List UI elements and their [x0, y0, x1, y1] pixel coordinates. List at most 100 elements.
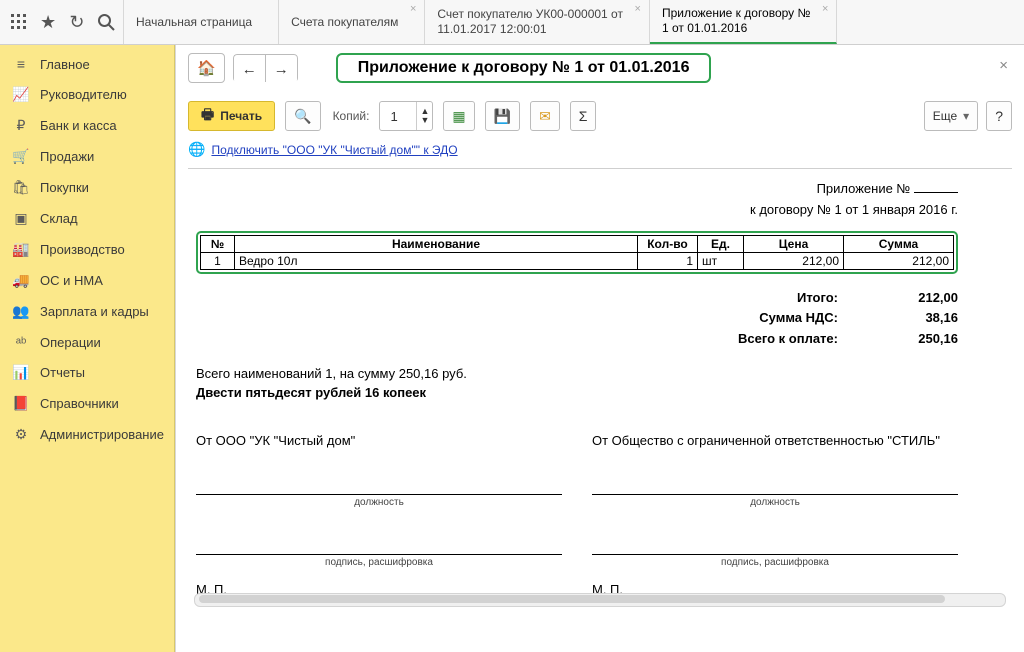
sidebar-item-label: Справочники [40, 396, 119, 411]
history-icon[interactable]: ↻ [68, 12, 87, 32]
tab-invoice-doc[interactable]: Счет покупателю УК00-000001 от 11.01.201… [425, 0, 650, 44]
boxes-icon: ▣ [12, 210, 30, 227]
sidebar: ≡ Главное 📈 Руководителю ₽ Банк и касса … [0, 45, 175, 652]
sidebar-item-payroll[interactable]: 👥 Зарплата и кадры [0, 296, 174, 327]
sidebar-item-label: Банк и касса [40, 118, 117, 133]
sidebar-item-label: Зарплата и кадры [40, 304, 149, 319]
edo-row: 🌐 Подключить "ООО "УК "Чистый дом"" к ЭД… [188, 141, 1012, 158]
col-sum: Сумма [844, 235, 954, 252]
sidebar-item-reports[interactable]: 📊 Отчеты [0, 357, 174, 388]
tab-label-line1: Приложение к договору № [662, 6, 810, 21]
sidebar-item-operations[interactable]: ᵃᵇ Операции [0, 327, 174, 357]
doc-header: Приложение № к договору № 1 от 1 января … [196, 179, 958, 221]
total-pay-label: Всего к оплате: [738, 329, 838, 350]
col-num: № [201, 235, 235, 252]
sidebar-item-main[interactable]: ≡ Главное [0, 49, 174, 79]
tab-label-line2: 11.01.2017 12:00:01 [437, 22, 623, 37]
col-unit: Ед. [698, 235, 744, 252]
itogo-label: Итого: [797, 288, 838, 309]
doc-head-line2: к договору № 1 от 1 января 2016 г. [196, 200, 958, 221]
sidebar-item-sales[interactable]: 🛒 Продажи [0, 141, 174, 172]
tab-home[interactable]: Начальная страница [124, 0, 279, 44]
edo-link[interactable]: Подключить "ООО "УК "Чистый дом"" к ЭДО [211, 143, 457, 157]
factory-icon: 🏭 [12, 241, 30, 258]
truck-icon: 🚚 [12, 272, 30, 289]
help-icon: ? [995, 108, 1003, 124]
party-left: От ООО "УК "Чистый дом" должность подпис… [196, 433, 562, 597]
position-line-left [196, 470, 562, 495]
copies-stepper[interactable]: 1 ▲▼ [379, 101, 433, 131]
nds-value: 38,16 [878, 308, 958, 329]
sidebar-item-label: Отчеты [40, 365, 85, 380]
totals-block: Итого: 212,00 Сумма НДС: 38,16 Всего к о… [196, 288, 958, 350]
sidebar-item-label: Главное [40, 57, 90, 72]
favorite-icon[interactable]: ★ [39, 12, 58, 32]
items-table-highlight: № Наименование Кол-во Ед. Цена Сумма 1 [196, 231, 958, 274]
nav-back-forward: ← → [233, 54, 298, 82]
tab-strip: Начальная страница Счета покупателям × С… [124, 0, 1024, 44]
printer-icon: 🖶 [201, 104, 214, 128]
total-pay-value: 250,16 [878, 329, 958, 350]
sidebar-item-assets[interactable]: 🚚 ОС и НМА [0, 265, 174, 296]
blank-number-line [914, 180, 958, 193]
signature-line-left [196, 530, 562, 555]
copies-label: Копий: [333, 109, 370, 123]
parties-block: От ООО "УК "Чистый дом" должность подпис… [196, 433, 958, 597]
forward-button[interactable]: → [265, 54, 298, 82]
document-viewport[interactable]: Приложение № к договору № 1 от 1 января … [188, 168, 1012, 609]
back-button[interactable]: ← [233, 54, 265, 82]
close-icon[interactable]: × [999, 57, 1008, 74]
sidebar-item-production[interactable]: 🏭 Производство [0, 234, 174, 265]
save-template-button[interactable]: ▦ [443, 101, 474, 131]
preview-button[interactable]: 🔍 [285, 101, 320, 131]
bar-chart-icon: 📊 [12, 364, 30, 381]
sidebar-item-label: ОС и НМА [40, 273, 103, 288]
book-icon: 📕 [12, 395, 30, 412]
scrollbar-thumb[interactable] [199, 595, 945, 603]
chart-icon: 📈 [12, 86, 30, 103]
sidebar-item-label: Администрирование [40, 427, 164, 442]
items-table: № Наименование Кол-во Ед. Цена Сумма 1 [200, 235, 954, 270]
email-button[interactable]: ✉ [530, 101, 560, 131]
signature-line-right [592, 530, 958, 555]
journal-icon: ᵃᵇ [12, 334, 30, 350]
search-icon[interactable] [96, 12, 115, 32]
tab-contract-annex[interactable]: Приложение к договору № 1 от 01.01.2016 … [650, 0, 837, 44]
sidebar-item-label: Покупки [40, 180, 89, 195]
save-button[interactable]: 💾 [485, 101, 520, 131]
close-icon[interactable]: × [635, 4, 641, 15]
apps-icon[interactable] [10, 12, 29, 32]
gear-icon: ⚙ [12, 426, 30, 443]
people-icon: 👥 [12, 303, 30, 320]
close-icon[interactable]: × [410, 4, 416, 15]
topbar-quick-icons: ★ ↻ [0, 0, 124, 44]
more-label: Еще [933, 109, 957, 123]
close-icon[interactable]: × [822, 4, 828, 15]
amount-in-words: Двести пятьдесят рублей 16 копеек [196, 383, 958, 403]
diskette-icon: 💾 [494, 108, 511, 125]
tab-label: Счета покупателям [291, 15, 398, 30]
stepper-arrows[interactable]: ▲▼ [417, 107, 432, 125]
sidebar-item-admin[interactable]: ⚙ Администрирование [0, 419, 174, 450]
table-header-row: № Наименование Кол-во Ед. Цена Сумма [201, 235, 954, 252]
help-button[interactable]: ? [986, 101, 1012, 131]
cell-sum: 212,00 [844, 252, 954, 269]
content-header: 🏠 ← → Приложение к договору № 1 от 01.01… [188, 53, 1012, 83]
more-button[interactable]: Еще [924, 101, 978, 131]
sidebar-item-references[interactable]: 📕 Справочники [0, 388, 174, 419]
tab-invoices[interactable]: Счета покупателям × [279, 0, 425, 44]
sidebar-item-label: Склад [40, 211, 78, 226]
tab-label-line1: Счет покупателю УК00-000001 от [437, 7, 623, 22]
sum-button[interactable]: Σ [570, 101, 597, 131]
position-caption-left: должность [196, 497, 562, 508]
sidebar-item-manager[interactable]: 📈 Руководителю [0, 79, 174, 110]
home-button[interactable]: 🏠 [188, 53, 225, 83]
horizontal-scrollbar[interactable] [194, 593, 1006, 607]
sidebar-item-warehouse[interactable]: ▣ Склад [0, 203, 174, 234]
col-price: Цена [744, 235, 844, 252]
sidebar-item-purchases[interactable]: 🛍 Покупки [0, 172, 174, 203]
sidebar-item-bank[interactable]: ₽ Банк и касса [0, 110, 174, 141]
action-toolbar: 🖶 Печать 🔍 Копий: 1 ▲▼ ▦ 💾 ✉ Σ [188, 101, 1012, 131]
print-button[interactable]: 🖶 Печать [188, 101, 275, 131]
signature-caption-left: подпись, расшифровка [196, 557, 562, 568]
